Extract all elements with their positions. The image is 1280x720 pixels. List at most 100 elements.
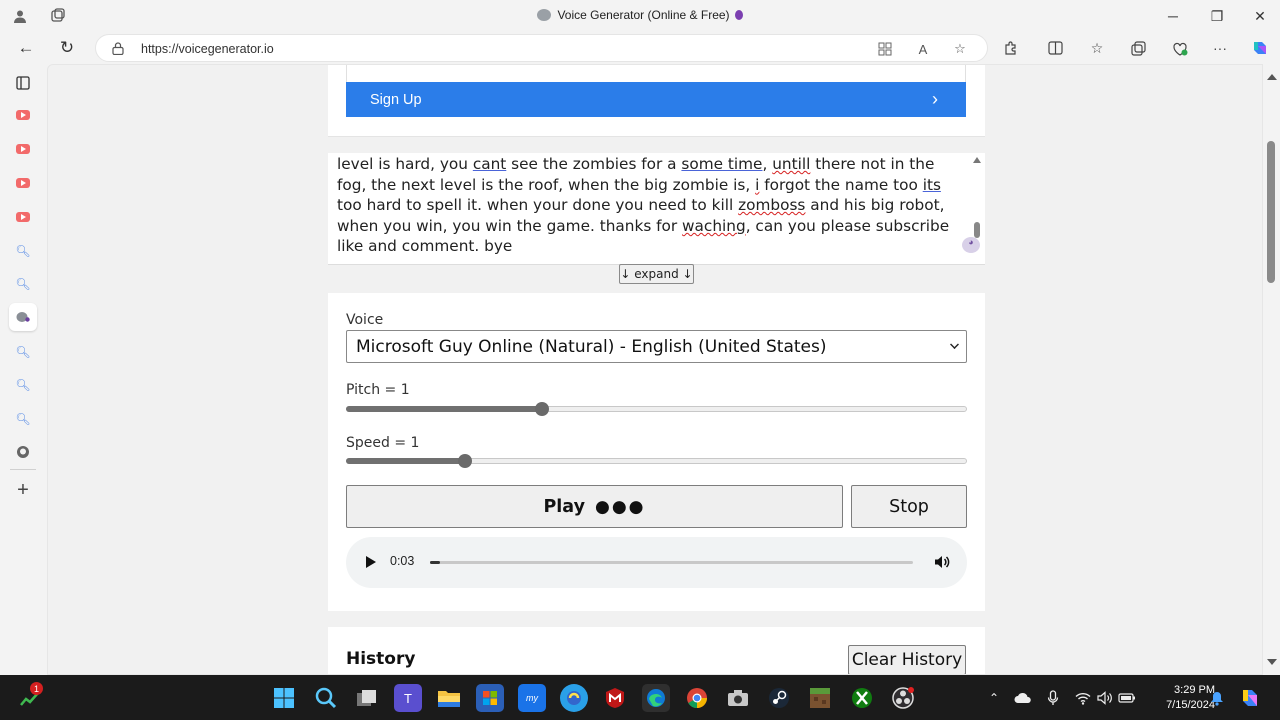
search-tab-icon[interactable]: 🔍︎ (12, 240, 34, 262)
expand-button[interactable]: ↓ expand ↓ (619, 264, 694, 284)
collections-icon[interactable] (1128, 38, 1148, 58)
new-tab-plus-icon[interactable]: + (12, 479, 34, 501)
teams-icon[interactable]: T (394, 684, 422, 712)
volume-icon[interactable] (1096, 689, 1114, 707)
close-button[interactable]: ✕ (1238, 0, 1280, 32)
app-available-icon[interactable] (876, 41, 894, 57)
refresh-button[interactable]: ↻ (53, 36, 81, 60)
google-chrome-icon[interactable] (683, 684, 711, 712)
youtube-tab-icon[interactable] (12, 138, 34, 160)
voice-label: Voice (346, 312, 384, 328)
history-card: History Clear History (328, 627, 985, 674)
page-scroll-thumb[interactable] (1267, 141, 1275, 283)
grammar-extension-icon[interactable]: ◕ (962, 237, 980, 253)
text-segment: untill (772, 155, 811, 173)
audio-player: 0:03 (346, 537, 967, 588)
sidebar-divider (10, 469, 36, 470)
minecraft-icon[interactable] (806, 684, 834, 712)
search-tab-icon[interactable]: 🔍︎ (12, 273, 34, 295)
history-title: History (346, 649, 416, 669)
tab-actions-icon[interactable] (12, 72, 34, 94)
minimize-button[interactable]: ─ (1151, 0, 1195, 32)
audio-progress-fill (430, 561, 440, 564)
browser-essentials-icon[interactable] (1170, 38, 1190, 58)
stop-button[interactable]: Stop (851, 485, 967, 528)
favorite-star-icon[interactable]: ☆ (951, 41, 969, 57)
clock-time: 3:29 PM (1174, 684, 1215, 696)
audio-play-icon[interactable] (366, 556, 376, 568)
address-bar[interactable]: https://voicegenerator.io A ☆ (95, 34, 988, 62)
microsoft-edge-dev-icon[interactable] (560, 684, 588, 712)
pitch-slider-thumb[interactable] (534, 402, 549, 416)
text-segment: see the zombies for a (506, 155, 682, 173)
xbox-icon[interactable] (848, 684, 876, 712)
signup-button[interactable]: Sign Up › (346, 82, 966, 117)
youtube-tab-icon[interactable] (12, 172, 34, 194)
clock-date: 7/15/2024 (1166, 699, 1215, 711)
search-icon[interactable] (312, 684, 340, 712)
obs-studio-icon[interactable] (889, 684, 917, 712)
youtube-tab-icon[interactable] (12, 104, 34, 126)
wifi-icon[interactable] (1074, 689, 1092, 707)
speed-slider-fill (346, 458, 466, 464)
browser-toolbar: ← ↻ https://voicegenerator.io A ☆ ☆ ··· (0, 32, 1280, 64)
pitch-slider[interactable] (346, 402, 967, 416)
pitch-label: Pitch = 1 (346, 382, 410, 398)
system-clock[interactable]: 3:29 PM 7/15/2024 (1145, 683, 1215, 713)
window-title: Voice Generator (Online & Free) (0, 8, 1280, 22)
search-tab-icon[interactable]: 🔍︎ (12, 374, 34, 396)
maximize-button[interactable]: ❐ (1195, 0, 1239, 32)
myapp-icon[interactable]: my (518, 684, 546, 712)
copilot-taskbar-icon[interactable] (1236, 684, 1264, 712)
voice-select[interactable]: Microsoft Guy Online (Natural) - English… (346, 330, 967, 363)
github-tab-icon[interactable] (12, 441, 34, 463)
clear-history-button[interactable]: Clear History (848, 645, 966, 674)
speed-slider[interactable] (346, 454, 967, 468)
extensions-icon[interactable] (1000, 38, 1020, 58)
notification-bell-icon[interactable] (1208, 689, 1226, 707)
text-segment: its (922, 175, 941, 194)
favorites-icon[interactable]: ☆ (1087, 38, 1107, 58)
split-screen-icon[interactable] (1045, 38, 1065, 58)
audio-progress-bar[interactable] (430, 561, 913, 564)
microphone-icon[interactable] (1044, 689, 1062, 707)
browser-sidebar: 🔍︎ 🔍︎ 🔍︎ 🔍︎ 🔍︎ + (0, 64, 46, 675)
play-button[interactable]: Play ●●● (346, 485, 843, 528)
microsoft-edge-icon[interactable] (642, 684, 670, 712)
scroll-down-arrow-icon[interactable] (1267, 659, 1277, 665)
text-segment: too hard to spell it. when your done you… (337, 196, 739, 215)
copilot-icon[interactable] (1250, 38, 1270, 58)
mcafee-icon[interactable] (601, 684, 629, 712)
url-text[interactable]: https://voicegenerator.io (141, 42, 274, 56)
title-bar: Voice Generator (Online & Free) ─ ❐ ✕ (0, 0, 1280, 32)
battery-icon[interactable] (1118, 689, 1136, 707)
file-explorer-icon[interactable] (435, 684, 463, 712)
back-button[interactable]: ← (12, 36, 40, 60)
signup-card: Sign Up › (328, 65, 985, 137)
voice-settings-card: Voice Microsoft Guy Online (Natural) - E… (328, 293, 985, 611)
scroll-up-arrow-icon[interactable] (1267, 74, 1277, 80)
more-options-icon[interactable]: ··· (1210, 38, 1230, 58)
page-scrollbar[interactable] (1263, 64, 1280, 675)
read-aloud-icon[interactable]: A (914, 41, 932, 57)
speed-slider-thumb[interactable] (458, 454, 473, 468)
audio-time: 0:03 (390, 554, 415, 568)
scroll-up-arrow-icon[interactable] (973, 157, 981, 163)
search-tab-icon[interactable]: 🔍︎ (12, 408, 34, 430)
microsoft-store-icon[interactable] (476, 684, 504, 712)
youtube-tab-icon[interactable] (12, 206, 34, 228)
onedrive-cloud-icon[interactable] (1014, 689, 1032, 707)
steam-icon[interactable] (765, 684, 793, 712)
show-hidden-icons-chevron-up-icon[interactable]: ⌃ (985, 689, 1003, 707)
search-tab-icon[interactable]: 🔍︎ (12, 341, 34, 363)
textarea-scroll-thumb[interactable] (974, 222, 980, 238)
camera-icon[interactable] (724, 684, 752, 712)
site-favicon-icon (537, 9, 552, 21)
pitch-slider-fill (346, 406, 542, 412)
text-segment: , (762, 155, 773, 173)
voice-generator-tab-icon[interactable] (9, 303, 37, 331)
windows-start-icon[interactable] (270, 684, 298, 712)
volume-icon[interactable] (933, 553, 951, 571)
task-view-icon[interactable] (353, 684, 381, 712)
text-input-area[interactable]: level is hard, you cant see the zombies … (337, 154, 965, 262)
